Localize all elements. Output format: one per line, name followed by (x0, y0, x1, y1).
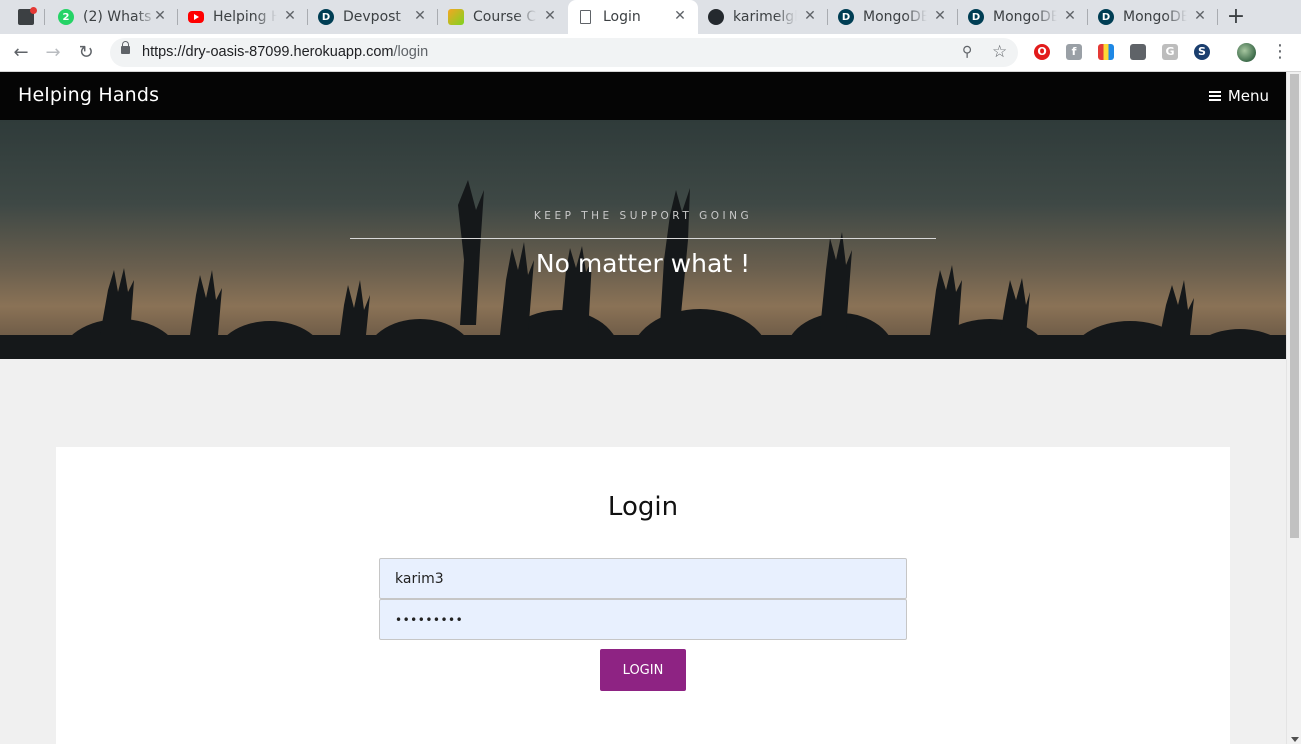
menu-label: Menu (1227, 87, 1269, 105)
course-icon (448, 9, 464, 25)
tab-whatsapp[interactable]: 2 (2) Whats ✕ (48, 0, 178, 34)
tab-title: (2) Whats (83, 8, 157, 26)
login-button[interactable]: LOGIN (600, 649, 686, 691)
grammarly-icon[interactable]: G (1162, 44, 1178, 60)
key-icon[interactable]: ⚲ (962, 44, 972, 60)
tab-mongodb-1[interactable]: D MongoDE ✕ (828, 0, 958, 34)
url-path: /login (393, 44, 429, 60)
hero-headline: No matter what ! (535, 249, 751, 278)
reload-icon[interactable]: ↻ (75, 42, 97, 64)
more-menu-icon[interactable]: ⋮ (1271, 41, 1289, 63)
tab-course[interactable]: Course Cc ✕ (438, 0, 568, 34)
scrollbar-thumb[interactable] (1290, 74, 1299, 538)
tab-title: MongoDE (993, 8, 1057, 26)
tab-title: Helping H (213, 8, 277, 26)
close-tab-icon[interactable]: ✕ (152, 8, 168, 24)
profile-avatar[interactable] (1237, 43, 1256, 62)
page-viewport: Helping Hands Menu KEEP THE SUPPORT GOIN… (0, 72, 1286, 744)
page-scrollbar[interactable] (1286, 72, 1301, 744)
tab-devpost[interactable]: D Devpost ✕ (308, 0, 438, 34)
close-tab-icon[interactable]: ✕ (932, 8, 948, 24)
tab-mongodb-2[interactable]: D MongoDE ✕ (958, 0, 1088, 34)
tab-title: Login (603, 8, 677, 26)
close-tab-icon[interactable]: ✕ (802, 8, 818, 24)
whatsapp-icon: 2 (58, 9, 74, 25)
opera-icon[interactable]: O (1034, 44, 1050, 60)
tab-title: Course Cc (473, 8, 537, 26)
hero-kicker: KEEP THE SUPPORT GOING (533, 210, 753, 222)
tab-youtube[interactable]: Helping H ✕ (178, 0, 308, 34)
notification-dot-icon (30, 7, 37, 14)
close-tab-icon[interactable]: ✕ (412, 8, 428, 24)
menu-button[interactable]: Menu (1208, 87, 1269, 105)
close-tab-icon[interactable]: ✕ (542, 8, 558, 24)
tab-pinned-app[interactable] (10, 0, 45, 34)
tab-github[interactable]: karimelgl ✕ (698, 0, 828, 34)
tab-title: MongoDE (1123, 8, 1187, 26)
notes-icon[interactable] (1130, 44, 1146, 60)
tab-mongodb-3[interactable]: D MongoDE ✕ (1088, 0, 1218, 34)
tab-login-active[interactable]: Login ✕ (568, 0, 698, 34)
bookmark-star-icon[interactable]: ☆ (992, 42, 1007, 62)
devpost-icon: D (968, 9, 984, 25)
new-tab-button[interactable]: + (1226, 6, 1246, 28)
lock-icon (121, 41, 130, 54)
forward-arrow-icon[interactable]: → (42, 42, 64, 64)
back-arrow-icon[interactable]: ← (10, 42, 32, 64)
scroll-down-arrow-icon[interactable] (1291, 737, 1299, 742)
page-icon (580, 10, 591, 24)
site-navbar: Helping Hands Menu (0, 72, 1286, 120)
devpost-icon: D (838, 9, 854, 25)
sync-icon[interactable]: S (1194, 44, 1210, 60)
color-picker-icon[interactable] (1098, 44, 1114, 60)
facebook-icon[interactable]: f (1066, 44, 1082, 60)
tab-title: karimelgl (733, 8, 797, 26)
site-brand[interactable]: Helping Hands (18, 84, 159, 106)
login-heading: Login (607, 492, 679, 522)
password-input[interactable]: ••••••••• (379, 599, 907, 640)
url-host: https://dry-oasis-87099.herokuapp.com (142, 44, 394, 60)
close-tab-icon[interactable]: ✕ (282, 8, 298, 24)
hero-divider (350, 238, 936, 239)
login-card: Login karim3 ••••••••• LOGIN (56, 447, 1230, 744)
hero-banner: KEEP THE SUPPORT GOING No matter what ! (0, 120, 1286, 359)
tab-separator (1217, 9, 1218, 25)
close-tab-icon[interactable]: ✕ (1062, 8, 1078, 24)
close-tab-icon[interactable]: ✕ (1192, 8, 1208, 24)
devpost-icon: D (1098, 9, 1114, 25)
raised-hands-silhouette-image (0, 180, 1286, 359)
username-input[interactable]: karim3 (379, 558, 907, 599)
address-bar[interactable]: https://dry-oasis-87099.herokuapp.com/lo… (110, 38, 1018, 67)
browser-tab-strip: 2 (2) Whats ✕ Helping H ✕ D Devpost ✕ Co… (0, 0, 1301, 34)
browser-toolbar: ← → ↻ https://dry-oasis-87099.herokuapp.… (0, 34, 1301, 72)
github-icon (708, 9, 724, 25)
close-tab-icon[interactable]: ✕ (672, 8, 688, 24)
url-text[interactable]: https://dry-oasis-87099.herokuapp.com/lo… (142, 44, 428, 60)
youtube-icon (188, 11, 204, 23)
devpost-icon: D (318, 9, 334, 25)
tab-title: MongoDE (863, 8, 927, 26)
hamburger-icon (1208, 91, 1221, 101)
tab-separator (44, 9, 45, 25)
tab-title: Devpost (343, 8, 417, 26)
